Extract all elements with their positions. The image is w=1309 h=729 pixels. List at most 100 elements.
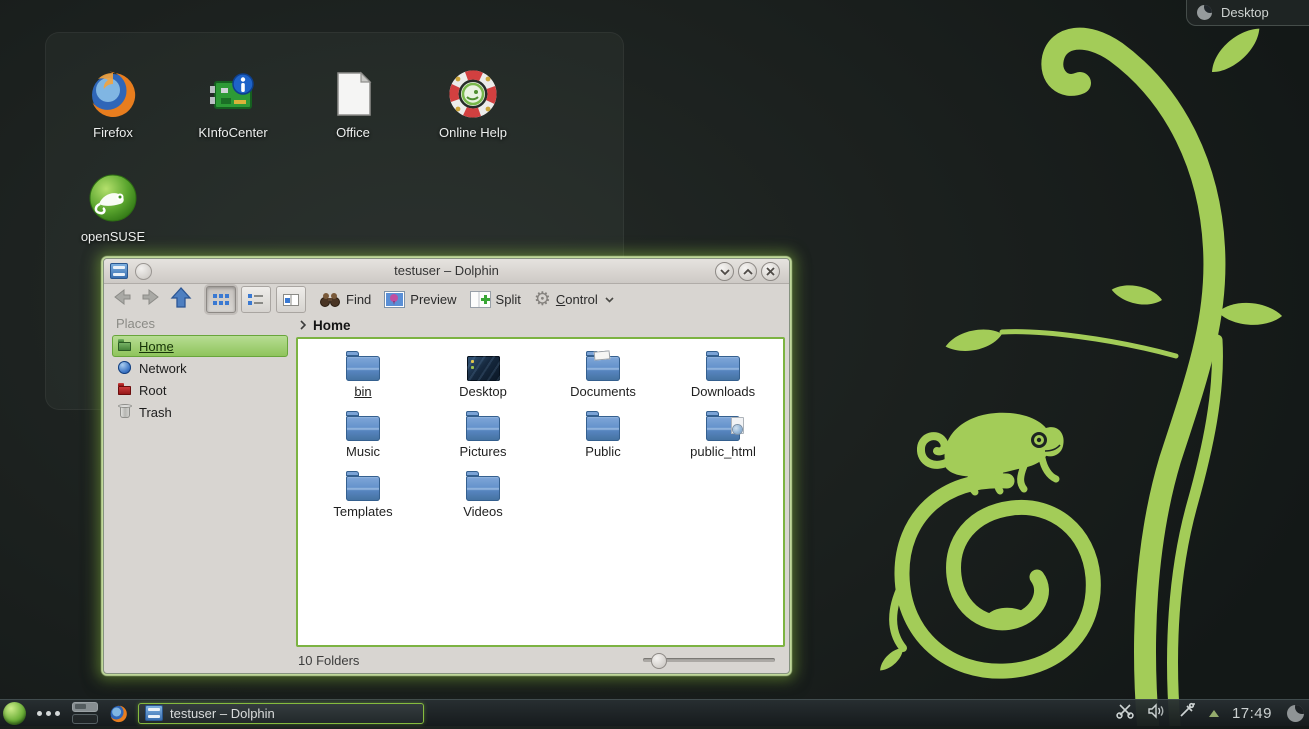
place-item-trash[interactable]: Trash (112, 401, 288, 423)
up-button[interactable] (169, 286, 193, 314)
kinfocenter-icon (205, 66, 261, 122)
place-item-home[interactable]: Home (112, 335, 288, 357)
dolphin-window: testuser – Dolphin (103, 258, 790, 674)
place-item-network[interactable]: Network (112, 357, 288, 379)
panel-clock: 17:49 (1232, 705, 1272, 722)
folder-item[interactable]: public_html (668, 407, 778, 459)
folder-label: Downloads (668, 384, 778, 399)
pager-desktop-2[interactable] (72, 714, 98, 724)
split-label: Split (496, 292, 521, 307)
status-text: 10 Folders (298, 653, 359, 668)
opensuse-icon (85, 170, 141, 226)
virtual-desktop-pager[interactable] (72, 702, 98, 724)
root-folder-icon (117, 382, 133, 398)
volume-icon[interactable] (1147, 703, 1165, 724)
folder-item[interactable]: Templates (308, 467, 418, 519)
place-item-root[interactable]: Root (112, 379, 288, 401)
folder-icon (548, 407, 658, 441)
split-button[interactable]: Split (470, 291, 521, 308)
task-label: testuser – Dolphin (170, 706, 275, 721)
folder-view-area[interactable]: bin Desktop Documents Downloads Music Pi… (296, 337, 785, 647)
desktop-icon-label: KInfoCenter (177, 125, 289, 140)
breadcrumb[interactable]: Home (300, 315, 351, 335)
folder-label: bin (308, 384, 418, 399)
cashew-icon (1197, 5, 1212, 20)
desktop-icon-label: Online Help (417, 125, 529, 140)
task-button-dolphin[interactable]: testuser – Dolphin (138, 703, 424, 724)
gear-icon: ⚙ (534, 290, 551, 309)
preview-button[interactable]: Preview (384, 291, 456, 308)
close-button[interactable] (761, 262, 780, 281)
dolphin-app-icon (145, 705, 163, 721)
clipboard-scissors-icon[interactable] (1116, 702, 1134, 724)
folder-label: Documents (548, 384, 658, 399)
folder-label: public_html (668, 444, 778, 459)
folder-icon (668, 347, 778, 381)
desktop-icon-label: Firefox (57, 125, 169, 140)
panel-cashew-icon[interactable] (1287, 705, 1304, 722)
icons-view-button[interactable] (206, 286, 236, 313)
zoom-slider[interactable] (643, 658, 775, 662)
folder-icon (308, 407, 418, 441)
desktop-monitor-icon (428, 347, 538, 381)
desktop-icon-online-help[interactable]: Online Help (417, 66, 529, 140)
panel-dots-icon[interactable] (37, 711, 60, 716)
opensuse-launcher-icon[interactable] (3, 702, 26, 725)
forward-button[interactable] (140, 286, 162, 313)
control-button[interactable]: ⚙ Control (534, 290, 614, 309)
places-panel: Home Network Root Trash (112, 335, 288, 423)
network-tool-icon[interactable] (1178, 702, 1196, 724)
folder-html-icon (668, 407, 778, 441)
place-label: Home (139, 339, 174, 354)
places-header: Places (116, 316, 155, 331)
network-globe-icon (117, 360, 133, 376)
folder-item[interactable]: bin (308, 347, 418, 399)
folder-icon (428, 407, 538, 441)
status-bar: 10 Folders (296, 649, 785, 671)
folder-icon (308, 467, 418, 501)
folder-item[interactable]: Public (548, 407, 658, 459)
folder-icon (308, 347, 418, 381)
desktop-icon-firefox[interactable]: Firefox (57, 66, 169, 140)
folder-item[interactable]: Desktop (428, 347, 538, 399)
maximize-button[interactable] (738, 262, 757, 281)
zoom-slider-handle[interactable] (651, 653, 667, 669)
minimize-button[interactable] (715, 262, 734, 281)
folder-label: Videos (428, 504, 538, 519)
folder-item[interactable]: Music (308, 407, 418, 459)
desktop-icon-kinfocenter[interactable]: KInfoCenter (177, 66, 289, 140)
desktop-icon-opensuse[interactable]: openSUSE (57, 170, 169, 244)
place-label: Network (139, 361, 187, 376)
back-button[interactable] (111, 286, 133, 313)
desktop-icon-office[interactable]: Office (297, 66, 409, 140)
details-view-button[interactable] (241, 286, 271, 313)
window-title: testuser – Dolphin (104, 263, 789, 278)
folder-item[interactable]: Pictures (428, 407, 538, 459)
desktop-icon-label: openSUSE (57, 229, 169, 244)
place-label: Trash (139, 405, 172, 420)
place-label: Root (139, 383, 166, 398)
firefox-icon (85, 66, 141, 122)
online-help-icon (445, 66, 501, 122)
folder-item[interactable]: Documents (548, 347, 658, 399)
find-label: Find (346, 292, 371, 307)
folder-item[interactable]: Videos (428, 467, 538, 519)
find-button[interactable]: Find (319, 292, 371, 307)
preview-label: Preview (410, 292, 456, 307)
breadcrumb-chevron-icon (300, 320, 306, 330)
folder-label: Pictures (428, 444, 538, 459)
pager-desktop-1[interactable] (72, 702, 98, 712)
desktop-toolbox-label: Desktop (1221, 5, 1269, 20)
folder-item[interactable]: Downloads (668, 347, 778, 399)
folder-label: Music (308, 444, 418, 459)
titlebar[interactable]: testuser – Dolphin (104, 259, 789, 284)
taskbar-panel: testuser – Dolphin 17:49 (0, 699, 1309, 726)
folder-icon (428, 467, 538, 501)
folder-documents-icon (548, 347, 658, 381)
control-label: Control (556, 292, 598, 307)
breadcrumb-home[interactable]: Home (313, 318, 351, 333)
columns-view-button[interactable] (276, 286, 306, 313)
firefox-launcher-icon[interactable] (108, 703, 129, 724)
desktop-toolbox[interactable]: Desktop (1186, 0, 1309, 26)
tray-expander-icon[interactable] (1209, 710, 1219, 717)
